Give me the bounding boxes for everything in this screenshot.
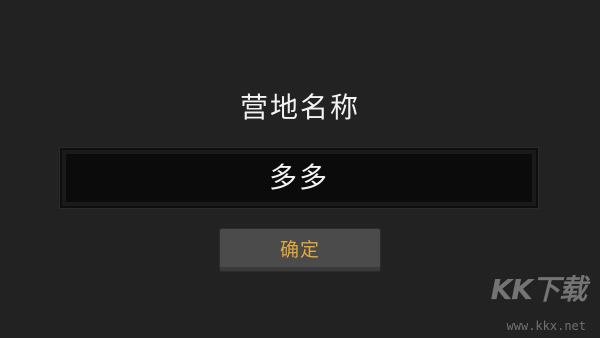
watermark-logo: KK下载: [490, 273, 587, 306]
watermark: KK下载 www.kkx.net: [470, 270, 590, 334]
dialog-title: 营地名称: [239, 91, 360, 124]
confirm-button[interactable]: 确定: [220, 229, 380, 271]
watermark-url: www.kkx.net: [506, 319, 586, 333]
camp-name-input[interactable]: [66, 154, 532, 202]
camp-name-screen: 营地名称 确定 KK下载 www.kkx.net: [0, 0, 600, 338]
